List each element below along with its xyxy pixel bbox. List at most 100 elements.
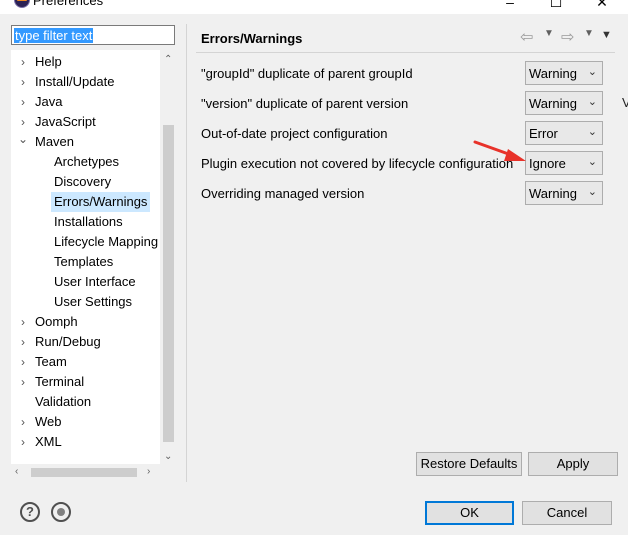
tree-item[interactable]: › Install/Update [13, 72, 115, 92]
header-separator [196, 52, 615, 53]
severity-value: Ignore [529, 156, 566, 171]
background-window-edge: V [622, 95, 628, 110]
scroll-left-arrow-icon[interactable]: ‹ [15, 467, 18, 477]
annotation-arrow-icon [473, 140, 526, 161]
tree-item[interactable]: › Terminal [13, 372, 84, 392]
tree-item-label: Validation [35, 394, 92, 409]
severity-value: Warning [529, 96, 577, 111]
option-label: Plugin execution not covered by lifecycl… [201, 156, 514, 171]
severity-dropdown[interactable]: Error ⌄ [525, 121, 603, 145]
tree-item[interactable]: User Interface [51, 272, 136, 292]
tree-item-label: Errors/Warnings [54, 194, 148, 209]
collapsed-chevron-icon[interactable]: › [17, 372, 29, 392]
tree-item-label: Terminal [35, 374, 85, 389]
severity-dropdown[interactable]: Warning ⌄ [525, 61, 603, 85]
scroll-up-arrow-icon[interactable]: ⌃ [164, 55, 172, 65]
tree-item[interactable]: Installations [51, 212, 123, 232]
close-button[interactable]: ✕ [592, 0, 612, 11]
tree-item-label: Lifecycle Mapping [54, 234, 159, 249]
eclipse-app-icon [14, 0, 30, 8]
tree-item-label: User Interface [54, 274, 136, 289]
tree-item[interactable]: Lifecycle Mapping [51, 232, 158, 252]
tree-vertical-scroll-thumb[interactable] [163, 125, 174, 442]
page-title: Errors/Warnings [201, 31, 303, 46]
tree-item-label: User Settings [54, 294, 133, 309]
collapsed-chevron-icon[interactable]: › [17, 332, 29, 352]
tree-item-label: Web [35, 414, 62, 429]
tree-item-label: Archetypes [54, 154, 120, 169]
tree-item[interactable]: Errors/Warnings [51, 192, 151, 212]
collapsed-chevron-icon[interactable]: › [17, 72, 29, 92]
forward-arrow-icon[interactable]: ⇨ [561, 27, 574, 47]
tree-item-label: Install/Update [35, 74, 115, 89]
option-label: Overriding managed version [201, 186, 365, 201]
tree-item[interactable]: › XML [13, 432, 62, 452]
view-menu-icon[interactable]: ▼ [601, 29, 612, 41]
tree-item-label: Installations [54, 214, 123, 229]
chevron-down-icon: ⌄ [587, 66, 597, 78]
back-arrow-icon[interactable]: ⇦ [520, 27, 533, 47]
scroll-down-arrow-icon[interactable]: ⌄ [164, 452, 172, 462]
tree-item[interactable]: Validation [13, 392, 91, 412]
filter-field-container: type filter text [11, 25, 175, 45]
severity-value: Error [529, 126, 558, 141]
tree-item-label: Help [35, 54, 62, 69]
chevron-down-icon: ⌄ [587, 126, 597, 138]
tree-item[interactable]: › Help [13, 52, 62, 72]
tree-item-label: Java [35, 94, 63, 109]
option-label: Out-of-date project configuration [201, 126, 388, 141]
tree-item-label: Maven [35, 134, 75, 149]
title-bar: Preferences – ☐ ✕ [0, 0, 628, 14]
restore-defaults-button[interactable]: Restore Defaults [416, 452, 522, 476]
tree-item-label: Discovery [54, 174, 112, 189]
severity-value: Warning [529, 186, 577, 201]
window-title: Preferences [33, 0, 104, 8]
preference-tree[interactable]: › Help › Install/Update › Java › JavaScript ⌄ Mav… [11, 50, 176, 469]
severity-dropdown[interactable]: Warning ⌄ [525, 91, 603, 115]
collapsed-chevron-icon[interactable]: › [17, 312, 29, 332]
tree-item-label: XML [35, 434, 62, 449]
panel-divider[interactable] [186, 24, 187, 482]
back-dropdown-icon[interactable]: ▼ [544, 28, 554, 39]
collapsed-chevron-icon[interactable]: › [17, 352, 29, 372]
forward-dropdown-icon[interactable]: ▼ [584, 28, 594, 39]
ok-button[interactable]: OK [425, 501, 514, 525]
help-icon[interactable]: ? [20, 502, 40, 522]
tree-item[interactable]: › Java [13, 92, 62, 112]
tree-item[interactable]: ⌄ Maven [13, 132, 74, 152]
tree-item[interactable]: › Web [13, 412, 62, 432]
tree-item-label: Team [35, 354, 67, 369]
collapsed-chevron-icon[interactable]: › [17, 432, 29, 452]
severity-dropdown[interactable]: Ignore ⌄ [525, 151, 603, 175]
expanded-chevron-icon[interactable]: ⌄ [17, 129, 29, 149]
tree-item[interactable]: Discovery [51, 172, 111, 192]
tree-item[interactable]: Archetypes [51, 152, 119, 172]
tree-horizontal-scrollbar[interactable]: ‹ › [11, 464, 161, 480]
chevron-down-icon: ⌄ [587, 96, 597, 108]
severity-dropdown[interactable]: Warning ⌄ [525, 181, 603, 205]
maximize-button[interactable]: ☐ [546, 0, 566, 11]
minimize-button[interactable]: – [500, 0, 520, 10]
cancel-button[interactable]: Cancel [522, 501, 612, 525]
collapsed-chevron-icon[interactable]: › [17, 52, 29, 72]
scroll-right-arrow-icon[interactable]: › [147, 467, 150, 477]
tree-item[interactable]: › Run/Debug [13, 332, 101, 352]
tree-item[interactable]: User Settings [51, 292, 132, 312]
collapsed-chevron-icon[interactable]: › [17, 92, 29, 112]
tree-horizontal-scroll-thumb[interactable] [31, 468, 137, 477]
apply-button[interactable]: Apply [528, 452, 618, 476]
tree-item[interactable]: › Oomph [13, 312, 78, 332]
chevron-down-icon: ⌄ [587, 186, 597, 198]
tree-item[interactable]: Templates [51, 252, 113, 272]
tree-item-label: Run/Debug [35, 334, 101, 349]
tree-item-label: Oomph [35, 314, 78, 329]
severity-value: Warning [529, 66, 577, 81]
tree-vertical-scrollbar[interactable]: ⌃ ⌄ [160, 50, 176, 469]
filter-input[interactable] [12, 26, 174, 44]
chevron-down-icon: ⌄ [587, 156, 597, 168]
collapsed-chevron-icon[interactable]: › [17, 412, 29, 432]
record-macro-icon[interactable] [51, 502, 71, 522]
tree-item-label: Templates [54, 254, 114, 269]
tree-item[interactable]: › Team [13, 352, 67, 372]
option-label: "version" duplicate of parent version [201, 96, 409, 111]
